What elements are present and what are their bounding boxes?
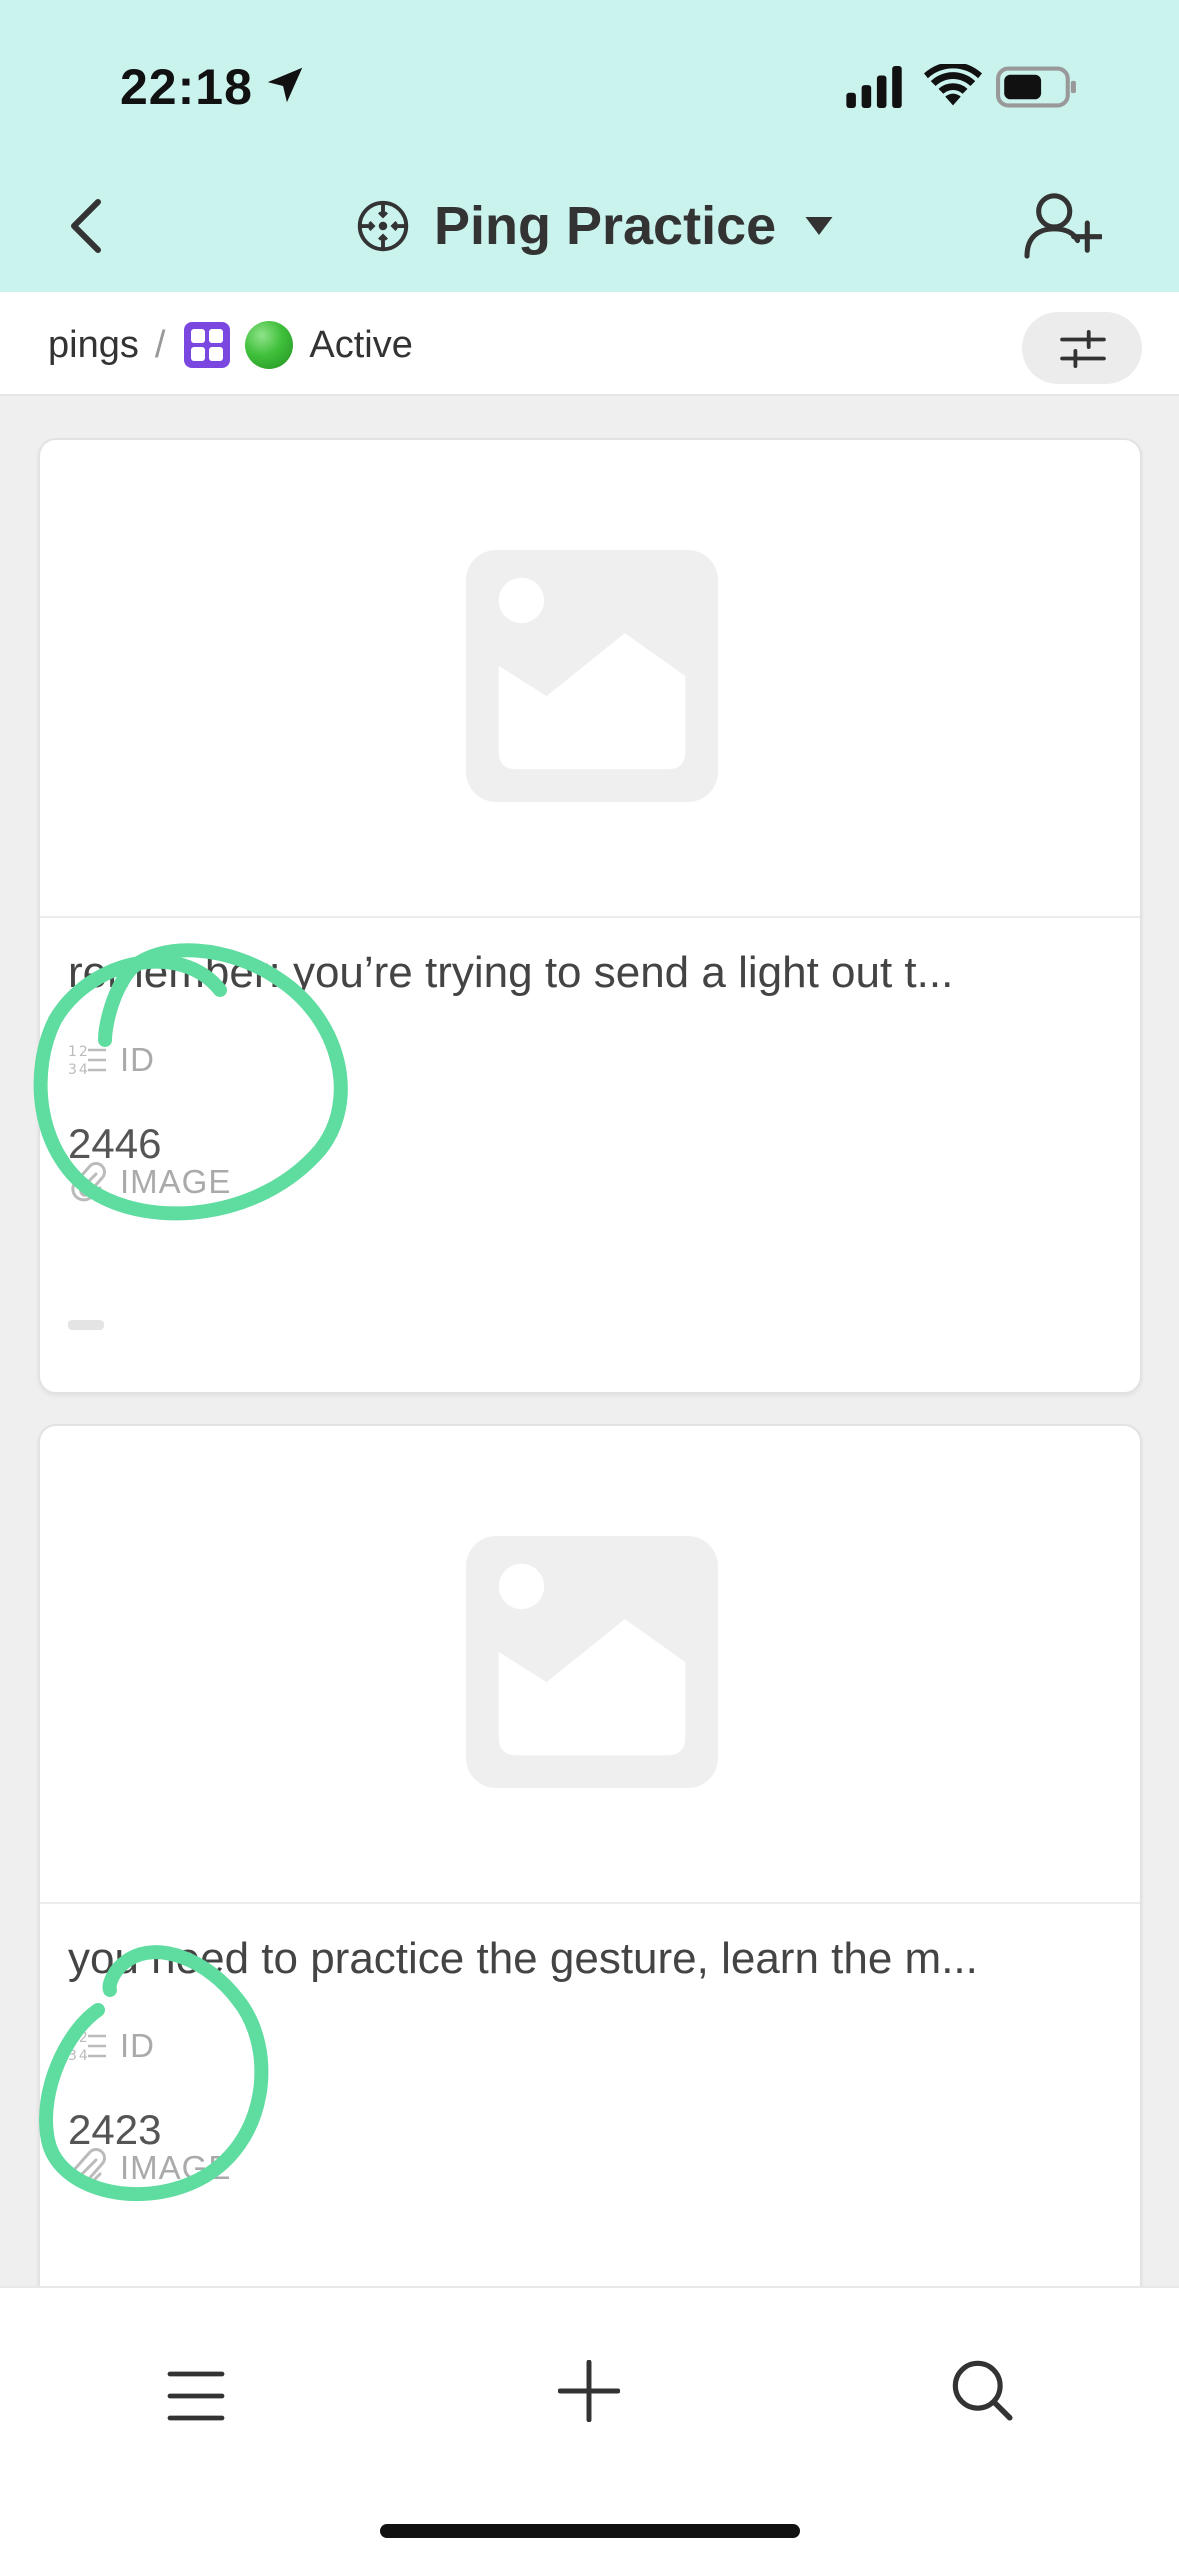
target-icon (357, 200, 409, 252)
home-indicator (380, 2524, 800, 2538)
record-card[interactable]: remember: you’re trying to send a light … (38, 438, 1142, 1394)
id-label-text: ID (120, 2027, 155, 2064)
image-placeholder-icon (466, 550, 718, 802)
id-value: 2423 (68, 2106, 162, 2153)
svg-text:12: 12 (68, 1044, 90, 1060)
card-title: remember: you’re trying to send a light … (68, 948, 954, 997)
image-field-label: IMAGE (68, 1162, 231, 1202)
image-label-text: IMAGE (120, 2149, 232, 2186)
search-icon[interactable] (950, 2358, 1014, 2422)
empty-value-indicator (68, 1320, 104, 1330)
filter-button[interactable] (1022, 312, 1142, 384)
svg-text:34: 34 (68, 2048, 90, 2064)
record-card[interactable]: you need to practice the gesture, learn … (38, 1424, 1142, 2324)
title-dropdown[interactable]: Ping Practice (352, 186, 834, 266)
bottom-nav (0, 2286, 1179, 2556)
image-placeholder-icon (466, 1536, 718, 1788)
breadcrumb-root[interactable]: pings (48, 324, 139, 367)
signal-icon (846, 66, 902, 108)
grid-icon (184, 322, 231, 368)
image-label-text: IMAGE (120, 1163, 232, 1200)
number-field-icon: 12 34 (68, 1044, 106, 1078)
wifi-icon (924, 64, 982, 106)
svg-text:34: 34 (68, 1062, 90, 1078)
image-field-label: IMAGE (68, 2148, 231, 2188)
id-field-label: 12 34 ID (68, 2026, 155, 2066)
page-title: Ping Practice (434, 196, 777, 256)
id-field-label: 12 34 ID (68, 1040, 155, 1080)
id-label-text: ID (120, 1041, 155, 1078)
caret-down-icon (805, 217, 833, 235)
breadcrumb-separator: / (154, 323, 166, 366)
status-time: 22:18 (120, 59, 253, 115)
number-field-icon: 12 34 (68, 2030, 106, 2064)
green-circle-emoji (245, 321, 294, 369)
card-image-area (40, 440, 1140, 918)
card-title: you need to practice the gesture, learn … (68, 1934, 978, 1983)
breadcrumb-bar: pings / Active (0, 292, 1179, 396)
breadcrumb: pings / Active (48, 320, 413, 370)
paperclip-icon (71, 2148, 106, 2188)
add-icon[interactable] (558, 2360, 620, 2422)
menu-icon[interactable] (166, 2368, 226, 2424)
location-arrow-icon (267, 67, 303, 103)
id-value: 2446 (68, 1120, 162, 1167)
sliders-icon (1060, 330, 1106, 368)
svg-text:12: 12 (68, 2030, 90, 2046)
battery-icon (996, 66, 1076, 108)
card-image-area (40, 1426, 1140, 1904)
paperclip-icon (71, 1162, 106, 1202)
view-label[interactable]: Active (309, 324, 412, 367)
add-user-icon[interactable] (1022, 190, 1102, 260)
back-chevron-icon[interactable] (62, 196, 110, 256)
app-header: 22:18 Ping Practice (0, 0, 1179, 292)
